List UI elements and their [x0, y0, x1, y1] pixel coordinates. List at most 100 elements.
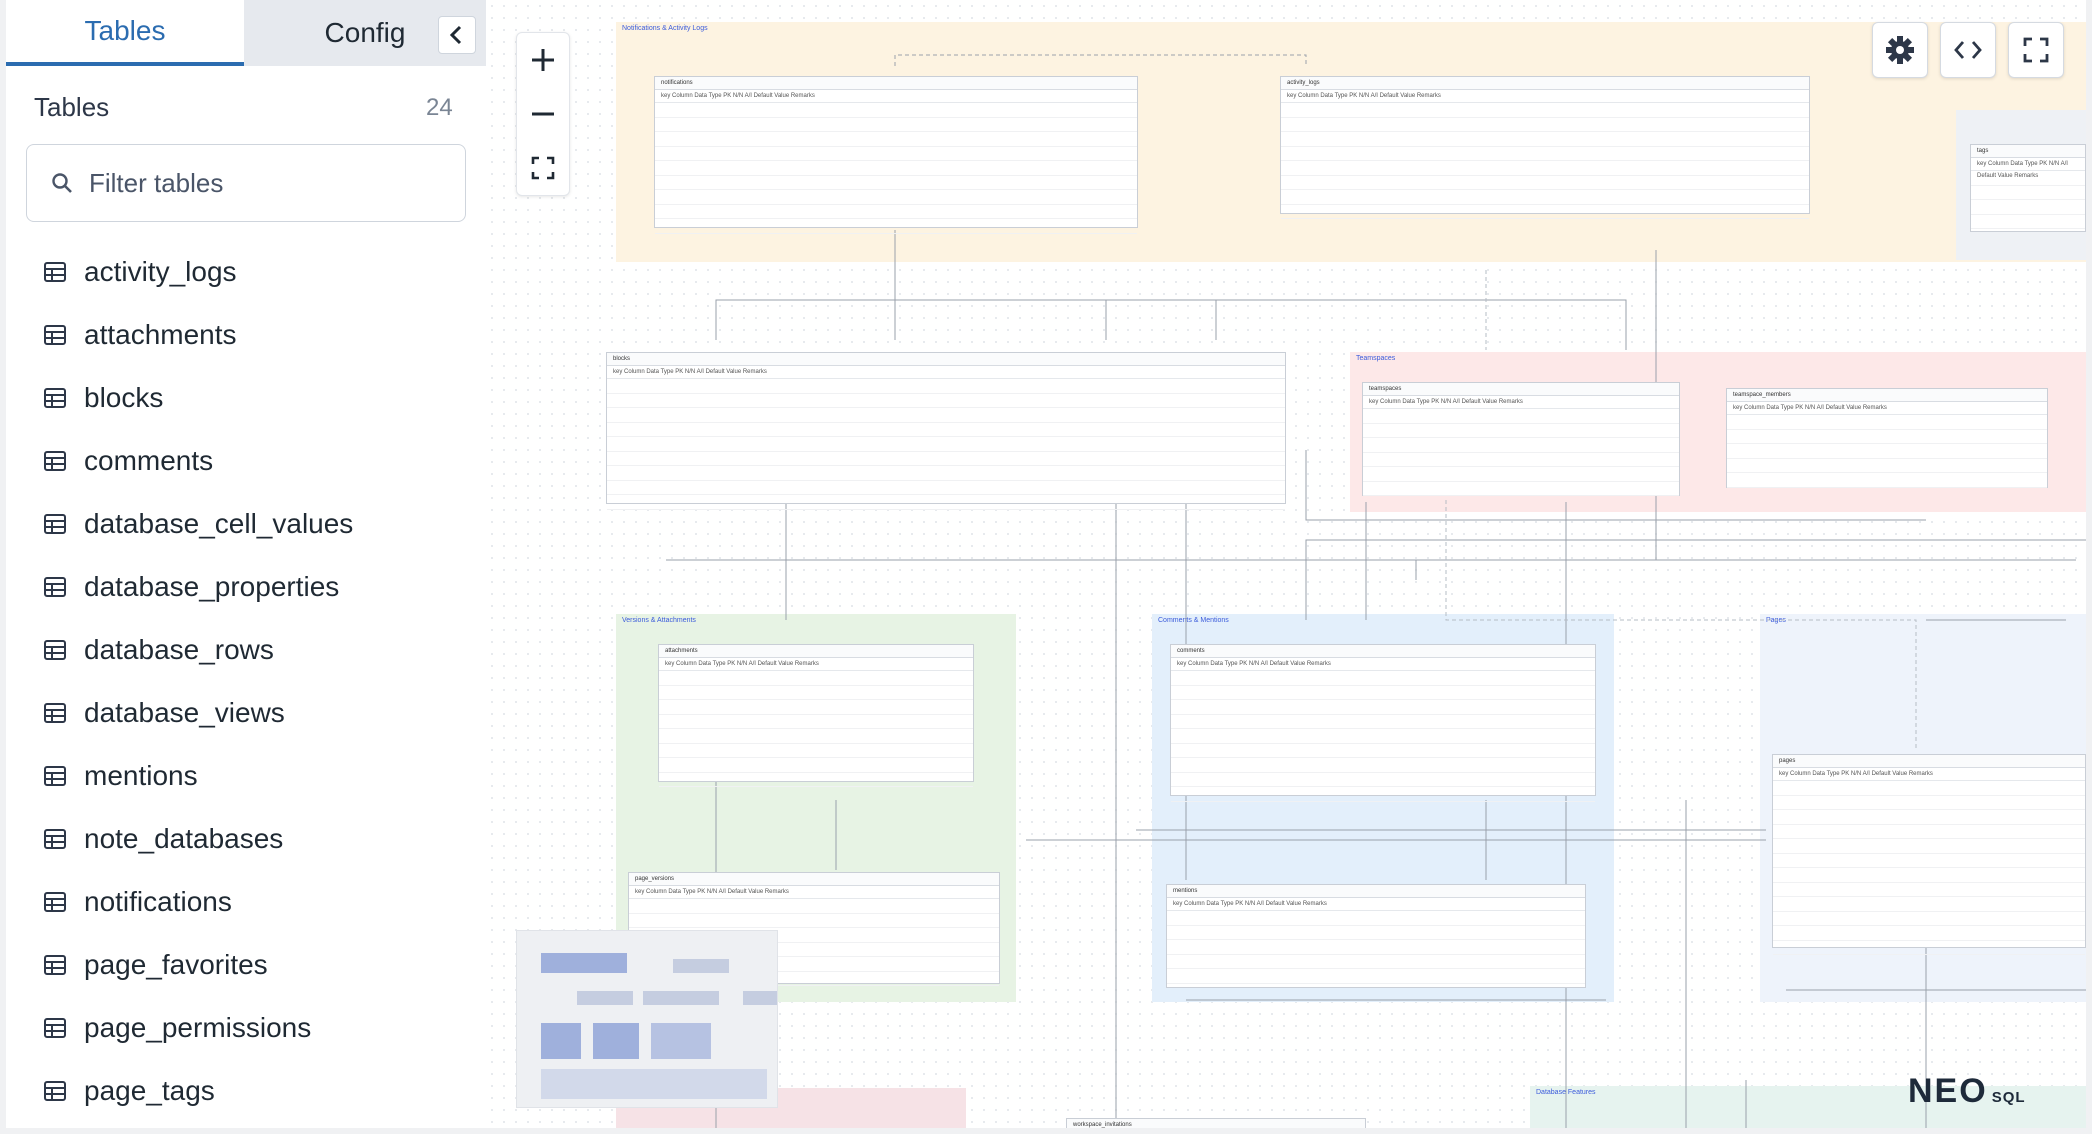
table-row — [1773, 883, 2085, 897]
table-icon — [44, 829, 66, 849]
table-list-item[interactable]: notifications — [44, 882, 232, 922]
table-list-item[interactable]: blocks — [44, 378, 163, 418]
table-card-tags[interactable]: tags key Column Data Type PK N/N A/I Def… — [1970, 144, 2086, 232]
table-card-title: attachments — [659, 645, 973, 658]
table-icon — [44, 514, 66, 534]
table-row — [1281, 190, 1809, 205]
table-card-blocks[interactable]: blocks key Column Data Type PK N/N A/I D… — [606, 352, 1286, 510]
table-row — [607, 437, 1285, 452]
table-icon — [44, 766, 66, 786]
table-list-item[interactable]: database_properties — [44, 567, 339, 607]
table-card-column-header: key Column Data Type PK N/N A/I Default … — [1773, 768, 2085, 781]
tables-count: 24 — [426, 94, 453, 121]
table-card-pages[interactable]: pages key Column Data Type PK N/N A/I De… — [1772, 754, 2086, 955]
chevron-left-icon — [449, 25, 462, 45]
table-card-attachments[interactable]: attachments key Column Data Type PK N/N … — [658, 644, 974, 787]
table-card-column-header: key Column Data Type PK N/N A/I Default … — [1727, 402, 2047, 415]
table-card-title: teamspaces — [1363, 383, 1679, 396]
table-row — [1727, 459, 2047, 473]
table-row — [1727, 415, 2047, 430]
table-card-notifications[interactable]: notifications key Column Data Type PK N/… — [654, 76, 1138, 234]
table-row — [1363, 438, 1679, 453]
table-list-item[interactable]: database_views — [44, 693, 285, 733]
table-row — [659, 700, 973, 715]
table-list-item-label: page_tags — [84, 1075, 215, 1106]
minimap[interactable] — [516, 930, 778, 1108]
table-list-item[interactable]: comments — [44, 441, 213, 481]
fullscreen-icon — [2023, 37, 2049, 63]
table-card-title: tags — [1971, 145, 2085, 158]
table-row — [659, 686, 973, 700]
table-list-item-label: attachments — [84, 319, 237, 350]
table-row — [1167, 955, 1585, 969]
table-row — [659, 758, 973, 773]
table-card-column-header: key Column Data Type PK N/N A/I Default … — [1363, 396, 1679, 409]
table-list-item[interactable]: note_databases — [44, 819, 283, 859]
table-row — [1971, 186, 2085, 200]
table-list-item[interactable]: page_permissions — [44, 1008, 311, 1048]
table-card-workspace-invitations[interactable]: workspace_invitations — [1066, 1118, 1366, 1128]
table-row — [1281, 176, 1809, 190]
table-list-item[interactable]: database_rows — [44, 630, 274, 670]
fit-view-button[interactable] — [517, 141, 569, 195]
table-row — [655, 132, 1137, 147]
filter-placeholder: Filter tables — [89, 167, 224, 198]
table-row — [1167, 911, 1585, 926]
table-list-item[interactable]: page_tags — [44, 1071, 215, 1111]
table-list-item[interactable]: page_favorites — [44, 945, 268, 985]
table-row — [1773, 897, 2085, 912]
table-list-item[interactable]: activity_logs — [44, 252, 237, 292]
table-row — [1171, 715, 1595, 729]
table-list-item-label: database_properties — [84, 571, 340, 602]
table-row — [1171, 686, 1595, 700]
table-icon — [44, 1018, 66, 1038]
table-card-title: activity_logs — [1281, 77, 1809, 90]
table-icon — [44, 577, 66, 597]
table-row — [1773, 825, 2085, 839]
table-card-teamspaces[interactable]: teamspaces key Column Data Type PK N/N A… — [1362, 382, 1680, 496]
table-row — [1171, 700, 1595, 715]
code-view-button[interactable] — [1940, 22, 1996, 78]
collapse-sidebar-button[interactable] — [438, 16, 476, 54]
table-row — [629, 914, 999, 928]
table-card-column-header: key Column Data Type PK N/N A/I Default … — [655, 90, 1137, 103]
plus-icon — [532, 49, 554, 71]
table-card-column-header: key Column Data Type PK N/N A/I Default … — [1167, 898, 1585, 911]
table-card-mentions[interactable]: mentions key Column Data Type PK N/N A/I… — [1166, 884, 1586, 988]
table-list-item-label: comments — [84, 445, 214, 476]
table-row — [659, 671, 973, 686]
table-row — [1773, 839, 2085, 854]
table-card-title: notifications — [655, 77, 1137, 90]
table-list-item[interactable]: database_cell_values — [44, 504, 353, 544]
table-list-item-label: blocks — [84, 382, 164, 413]
table-card-column-header: key Column Data Type PK N/N A/I Default … — [1971, 158, 2085, 179]
table-card-title: page_versions — [629, 873, 999, 886]
brand-logo-text: NEO — [1908, 1072, 1988, 1110]
table-list-item[interactable]: mentions — [44, 756, 198, 796]
table-row — [1363, 467, 1679, 482]
filter-tables-input[interactable]: Filter tables — [26, 144, 466, 222]
tab-tables[interactable]: Tables — [6, 0, 244, 66]
table-row — [1281, 103, 1809, 118]
table-card-comments[interactable]: comments key Column Data Type PK N/N A/I… — [1170, 644, 1596, 802]
table-list-item[interactable]: attachments — [44, 315, 237, 355]
table-list-item-label: notifications — [84, 886, 232, 917]
zoom-in-button[interactable] — [517, 33, 569, 87]
table-card-activity-logs[interactable]: activity_logs key Column Data Type PK N/… — [1280, 76, 1810, 219]
table-row — [1363, 482, 1679, 496]
zoom-out-button[interactable] — [517, 87, 569, 141]
table-card-teamspace-members[interactable]: teamspace_members key Column Data Type P… — [1726, 388, 2048, 488]
table-icon — [44, 1081, 66, 1101]
table-list-item-label: page_favorites — [84, 949, 268, 980]
table-card-column-header: key Column Data Type PK N/N A/I Default … — [1171, 658, 1595, 671]
table-card-column-header: key Column Data Type PK N/N A/I Default … — [607, 366, 1285, 379]
table-row — [655, 190, 1137, 205]
fullscreen-button[interactable] — [2008, 22, 2064, 78]
table-row — [659, 715, 973, 729]
table-card-title: mentions — [1167, 885, 1585, 898]
table-row — [1971, 200, 2085, 215]
table-row — [1363, 453, 1679, 467]
settings-button[interactable] — [1872, 22, 1928, 78]
code-icon — [1954, 41, 1982, 59]
table-row — [1171, 758, 1595, 773]
